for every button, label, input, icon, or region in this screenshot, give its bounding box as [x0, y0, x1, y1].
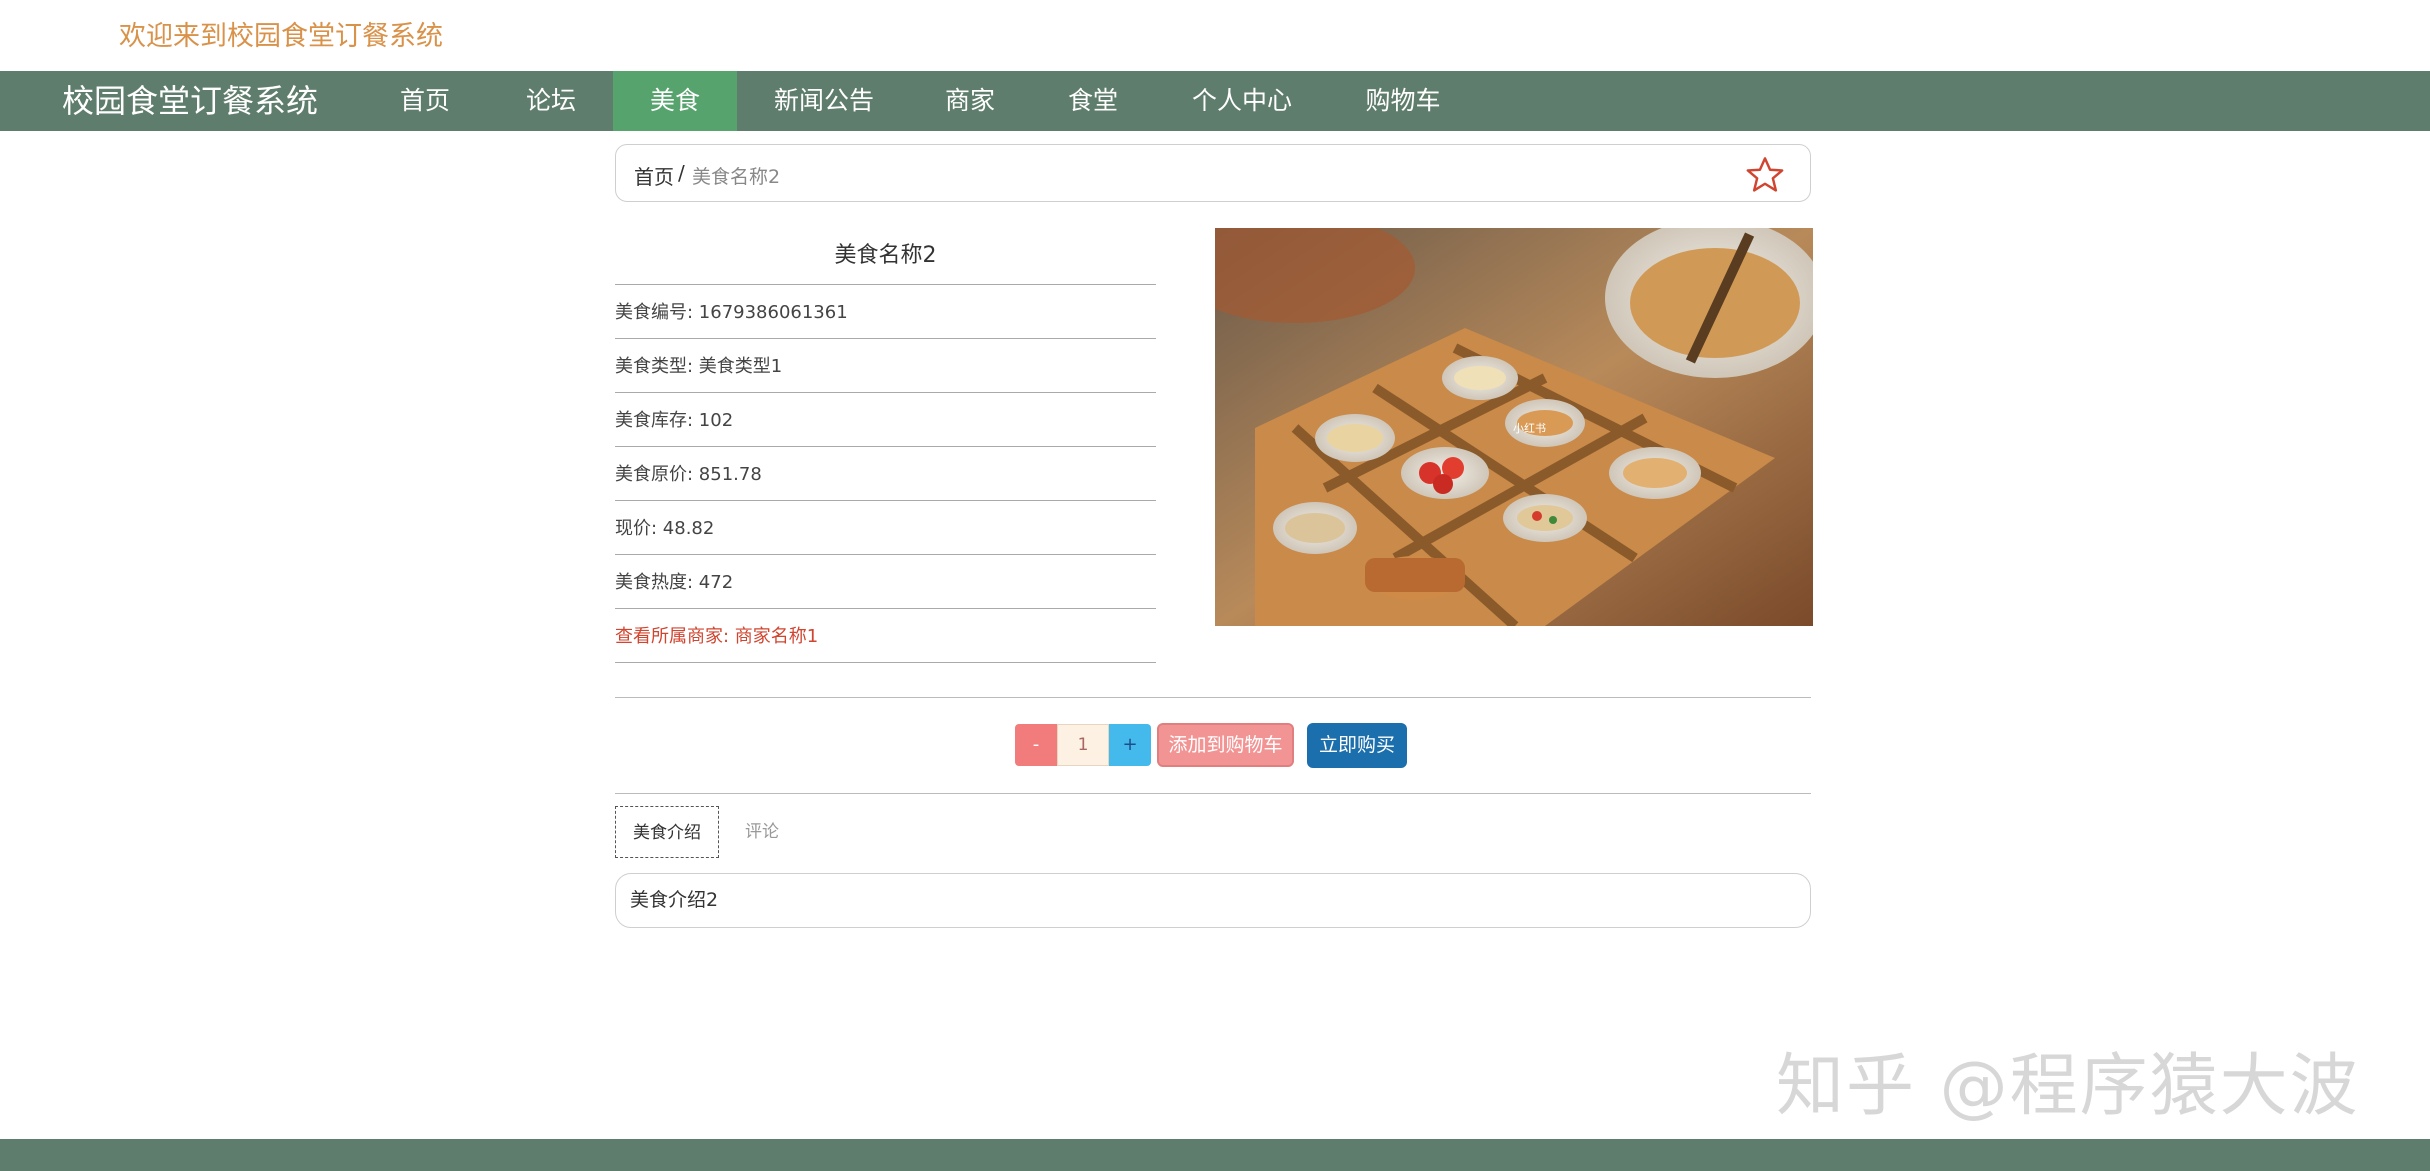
tab-comments[interactable]: 评论 [730, 806, 794, 858]
nav-item-home[interactable]: 首页 [367, 71, 483, 131]
food-photo-icon: 小红书 [1215, 228, 1813, 626]
watermark: 知乎 @程序猿大波 [1776, 1047, 2360, 1126]
nav-item-profile[interactable]: 个人中心 [1156, 71, 1328, 131]
star-icon[interactable] [1744, 154, 1786, 196]
breadcrumb: 首页 / 美食名称2 [615, 144, 1811, 202]
food-stock: 美食库存: 102 [615, 393, 1156, 447]
nav-item-forum[interactable]: 论坛 [490, 71, 612, 131]
navbar: 校园食堂订餐系统 首页 论坛 美食 新闻公告 商家 食堂 个人中心 购物车 [0, 71, 2430, 131]
nav-item-canteen[interactable]: 食堂 [1032, 71, 1154, 131]
food-intro-content: 美食介绍2 [615, 873, 1811, 928]
food-popularity: 美食热度: 472 [615, 555, 1156, 609]
welcome-text: 欢迎来到校园食堂订餐系统 [119, 21, 443, 52]
add-to-cart-button[interactable]: 添加到购物车 [1157, 723, 1294, 767]
food-original-price: 美食原价: 851.78 [615, 447, 1156, 501]
nav-item-food[interactable]: 美食 [613, 71, 737, 131]
food-code: 美食编号: 1679386061361 [615, 285, 1156, 339]
tab-food-intro[interactable]: 美食介绍 [615, 806, 719, 858]
section-divider [615, 697, 1811, 698]
food-image: 小红书 [1215, 228, 1813, 626]
footer-bar [0, 1139, 2430, 1171]
breadcrumb-separator: / [678, 161, 685, 185]
nav-item-merchant[interactable]: 商家 [910, 71, 1030, 131]
food-title: 美食名称2 [615, 228, 1156, 285]
merchant-link[interactable]: 查看所属商家: 商家名称1 [615, 609, 1156, 663]
nav-item-news[interactable]: 新闻公告 [740, 71, 908, 131]
food-current-price: 现价: 48.82 [615, 501, 1156, 555]
buy-now-button[interactable]: 立即购买 [1307, 723, 1407, 768]
quantity-decrease-button[interactable]: - [1015, 724, 1057, 766]
food-info-panel: 美食名称2 美食编号: 1679386061361 美食类型: 美食类型1 美食… [615, 228, 1156, 663]
section-divider [615, 793, 1811, 794]
image-caption: 小红书 [1513, 422, 1546, 435]
brand-title[interactable]: 校园食堂订餐系统 [62, 71, 318, 131]
breadcrumb-home[interactable]: 首页 [634, 161, 674, 190]
quantity-increase-button[interactable]: + [1109, 724, 1151, 766]
breadcrumb-current: 美食名称2 [692, 166, 781, 188]
quantity-input[interactable]: 1 [1057, 724, 1109, 766]
nav-item-cart[interactable]: 购物车 [1330, 71, 1476, 131]
food-type: 美食类型: 美食类型1 [615, 339, 1156, 393]
